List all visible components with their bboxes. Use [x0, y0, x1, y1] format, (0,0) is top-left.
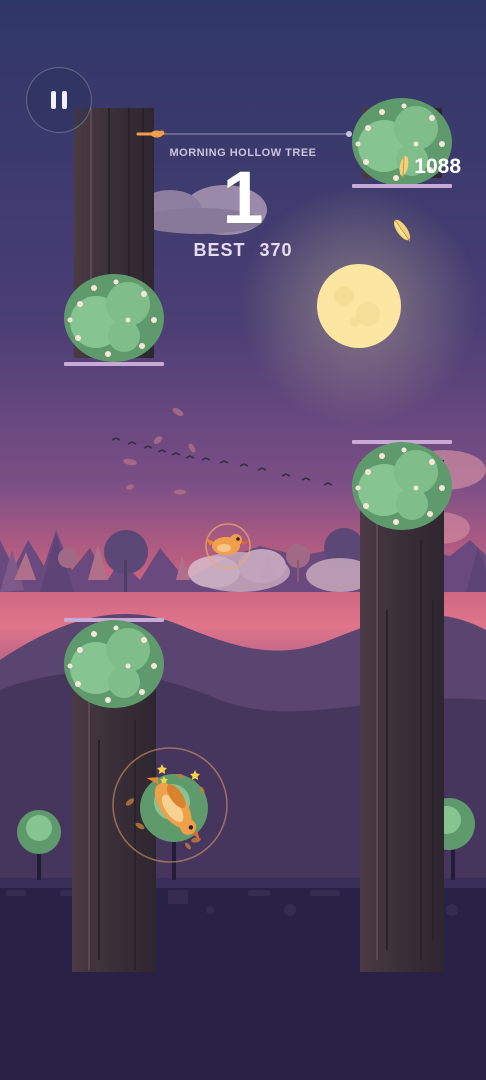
moon [317, 264, 401, 348]
best-score: BEST 370 [0, 240, 486, 261]
pause-button[interactable] [26, 67, 92, 133]
feather-icon [399, 156, 409, 179]
feather-count-value: 1088 [414, 155, 461, 178]
feather-counter: 1088 [398, 155, 461, 179]
best-label: BEST [193, 240, 246, 260]
best-value: 370 [259, 240, 293, 260]
pause-icon [51, 91, 56, 109]
right-lower-trunk [352, 440, 452, 972]
